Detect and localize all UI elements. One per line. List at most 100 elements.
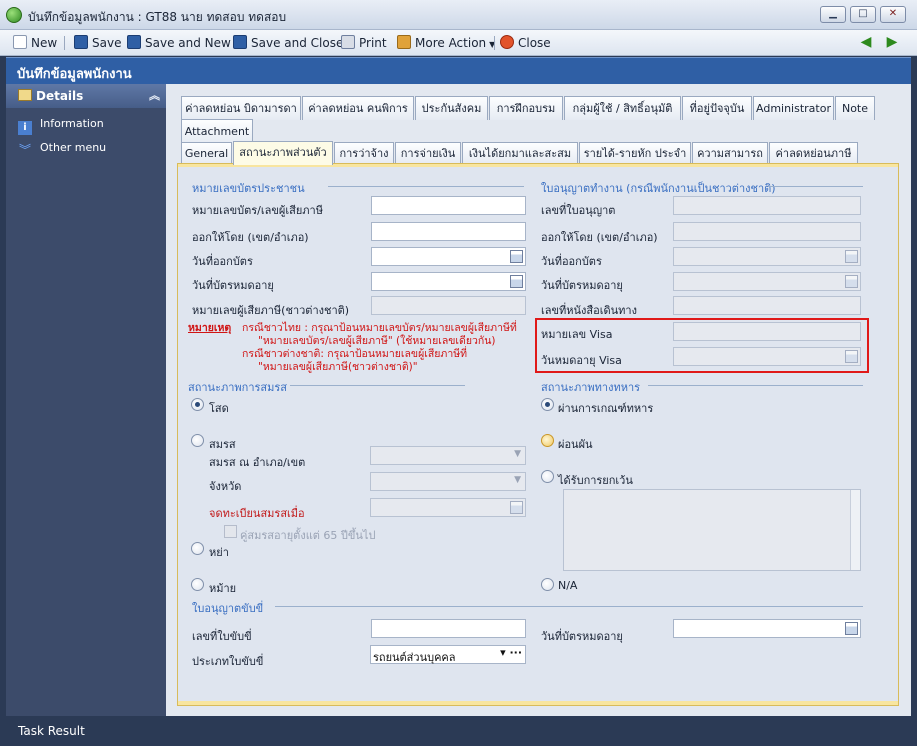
double-chevron-down-icon: ︾: [18, 143, 31, 157]
tab-skills[interactable]: ความสามารถ: [692, 142, 768, 164]
textarea-scrollbar[interactable]: [850, 490, 860, 570]
label-expiry-date: วันที่บัตรหมดอายุ: [192, 279, 274, 292]
more-action-button[interactable]: More Action ▼: [397, 34, 495, 52]
registered-date-input[interactable]: [370, 498, 526, 517]
label-card-no: หมายเลขบัตร/เลขผู้เสียภาษี: [192, 204, 323, 217]
new-button[interactable]: New: [13, 34, 57, 52]
window-titlebar: บันทึกข้อมูลพนักงาน : GT88 นาย ทดสอบ ทดส…: [0, 0, 917, 30]
label-military-na: N/A: [558, 579, 578, 592]
close-button[interactable]: Close: [500, 34, 551, 52]
calendar-icon[interactable]: [510, 501, 523, 514]
permit-issued-by-input[interactable]: [673, 222, 861, 241]
close-window-button[interactable]: ✕: [880, 6, 906, 23]
marital-single-radio[interactable]: [191, 398, 204, 411]
save-label: Save: [92, 36, 122, 50]
exemption-reason-textarea[interactable]: [563, 489, 861, 571]
collapse-chevron-icon[interactable]: ︽: [149, 84, 160, 108]
info-icon: i: [18, 121, 32, 135]
next-record-icon[interactable]: ▶: [884, 35, 900, 49]
section-divider: [648, 385, 863, 386]
save-and-new-button[interactable]: Save and New: [127, 34, 231, 52]
maximize-button[interactable]: □: [850, 6, 876, 23]
section-divider: [768, 186, 863, 187]
save-and-close-button[interactable]: Save and Close: [233, 34, 343, 52]
calendar-icon[interactable]: [510, 275, 523, 288]
license-no-input[interactable]: [371, 619, 526, 638]
calendar-icon[interactable]: [845, 275, 858, 288]
more-action-label: More Action: [415, 36, 487, 50]
card-no-input[interactable]: [371, 196, 526, 215]
permit-no-input[interactable]: [673, 196, 861, 215]
married-at-select[interactable]: ▼: [370, 446, 526, 465]
label-license-type: ประเภทใบขับขี่: [192, 655, 264, 668]
expiry-date-input[interactable]: [371, 272, 526, 291]
tab-payment[interactable]: การจ่ายเงิน: [395, 142, 461, 164]
sidebar-details-header[interactable]: Details ︽: [6, 84, 166, 108]
tab-attachment[interactable]: Attachment: [181, 119, 253, 143]
toolbar-separator: [494, 36, 495, 50]
permit-issue-date-input[interactable]: [673, 247, 861, 266]
section-divider: [275, 606, 863, 607]
issued-by-input[interactable]: [371, 222, 526, 241]
calendar-icon[interactable]: [845, 622, 858, 635]
tab-parent-deduction[interactable]: ค่าลดหย่อน บิดามารดา: [181, 96, 301, 120]
visa-expiry-input[interactable]: [673, 347, 861, 366]
print-button[interactable]: Print: [341, 34, 387, 52]
previous-record-icon[interactable]: ◀: [858, 35, 874, 49]
details-book-icon: [18, 89, 32, 101]
sidebar-item-information[interactable]: i Information: [6, 112, 166, 136]
tab-tax-deduction[interactable]: ค่าลดหย่อนภาษี: [769, 142, 858, 164]
tab-training[interactable]: การฝึกอบรม: [489, 96, 563, 120]
section-marital: สถานะภาพการสมรส: [188, 381, 287, 394]
print-label: Print: [359, 36, 387, 50]
tab-administrator[interactable]: Administrator: [753, 96, 834, 120]
tab-user-group[interactable]: กลุ่มผู้ใช้ / สิทธิ์อนุมัติ: [564, 96, 681, 120]
minimize-button[interactable]: ▁: [820, 6, 846, 23]
military-exempted-radio[interactable]: [541, 470, 554, 483]
tab-personal-status[interactable]: สถานะภาพส่วนตัว: [233, 141, 333, 165]
dropdown-more-icon[interactable]: ▾ ···: [500, 646, 522, 659]
close-label: Close: [518, 36, 551, 50]
marital-divorced-radio[interactable]: [191, 542, 204, 555]
tab-recurring-income[interactable]: รายได้-รายหัก ประจำ: [579, 142, 691, 164]
sidebar-item-other-menu[interactable]: ︾ Other menu: [6, 136, 166, 160]
tab-employment[interactable]: การว่าจ้าง: [334, 142, 394, 164]
form-header: บันทึกข้อมูลพนักงาน: [6, 57, 911, 84]
license-type-value: รถยนต์ส่วนบุคคล: [373, 651, 456, 664]
passport-no-input[interactable]: [673, 296, 861, 315]
tab-accumulated-income[interactable]: เงินได้ยกมาและสะสม: [462, 142, 578, 164]
calendar-icon[interactable]: [845, 350, 858, 363]
label-married: สมรส: [209, 438, 236, 451]
license-expiry-input[interactable]: [673, 619, 861, 638]
calendar-icon[interactable]: [845, 250, 858, 263]
label-issued-by: ออกให้โดย (เขต/อำเภอ): [192, 231, 309, 244]
military-deferred-radio[interactable]: [541, 434, 554, 447]
marital-married-radio[interactable]: [191, 434, 204, 447]
section-divider: [290, 385, 465, 386]
save-disk-icon: [74, 35, 88, 49]
military-passed-radio[interactable]: [541, 398, 554, 411]
permit-expiry-date-input[interactable]: [673, 272, 861, 291]
label-single: โสด: [209, 402, 229, 415]
province-select[interactable]: ▼: [370, 472, 526, 491]
tab-disabled-deduction[interactable]: ค่าลดหย่อน คนพิการ: [302, 96, 414, 120]
sidebar: Details ︽ i Information ︾ Other menu: [6, 84, 166, 716]
calendar-icon[interactable]: [510, 250, 523, 263]
visa-no-input[interactable]: [673, 322, 861, 341]
label-license-expiry: วันที่บัตรหมดอายุ: [541, 630, 623, 643]
issue-date-input[interactable]: [371, 247, 526, 266]
marital-widowed-radio[interactable]: [191, 578, 204, 591]
window-title: บันทึกข้อมูลพนักงาน : GT88 นาย ทดสอบ ทดส…: [28, 10, 287, 24]
tab-social-security[interactable]: ประกันสังคม: [415, 96, 488, 120]
save-button[interactable]: Save: [74, 34, 121, 52]
remark-line-4: "หมายเลขผู้เสียภาษี(ชาวต่างชาติ)": [258, 361, 418, 373]
task-result-label[interactable]: Task Result: [18, 724, 85, 738]
tab-general[interactable]: General: [181, 142, 232, 164]
spouse-65-checkbox[interactable]: [224, 525, 237, 538]
foreign-tax-id-input[interactable]: [371, 296, 526, 315]
section-military: สถานะภาพทางทหาร: [541, 381, 641, 394]
tab-note[interactable]: Note: [835, 96, 875, 120]
tab-current-address[interactable]: ที่อยู่ปัจจุบัน: [682, 96, 752, 120]
military-na-radio[interactable]: [541, 578, 554, 591]
license-type-select[interactable]: รถยนต์ส่วนบุคคล ▾ ···: [370, 645, 526, 664]
